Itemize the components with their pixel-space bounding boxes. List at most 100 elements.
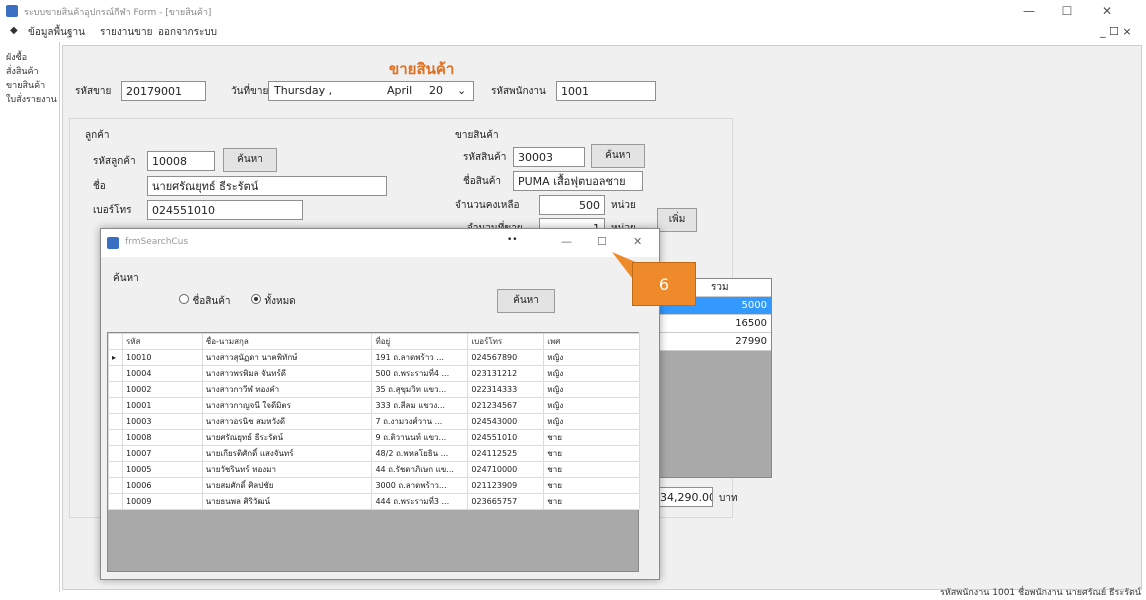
column-header[interactable]: เพศ <box>543 333 640 350</box>
sale-id-field[interactable]: 20179001 <box>121 81 206 101</box>
pin-icon[interactable]: •• <box>507 235 518 245</box>
menu-bar: ◆ ข้อมูลพื้นฐาน รายงานขาย ออกจากระบบ _ ☐… <box>0 22 1146 42</box>
table-row[interactable]: 10002 นางสาวกาวีฬ ทองคำ 35 ถ.สุขุมวิท แขว.… <box>108 381 640 398</box>
table-cell: 024567890 <box>467 349 545 366</box>
table-row[interactable]: ▸ 10010 นางสาวสุนัฏดา นาคพิทักษ์ 191 ถ.ลาดพ… <box>108 349 640 366</box>
table-cell <box>108 493 123 510</box>
minimize-button[interactable]: — <box>1012 2 1046 20</box>
table-cell: 10001 <box>121 397 203 414</box>
product-group-title: ขายสินค้า <box>455 130 499 141</box>
table-cell <box>108 365 123 382</box>
table-cell: หญิง <box>543 365 640 382</box>
table-row[interactable]: 27990 <box>641 333 771 351</box>
column-header[interactable]: ชื่อ-นามสกุล <box>201 333 373 350</box>
table-cell: 3000 ถ.ลาดพร้าว... <box>371 477 469 494</box>
table-cell: ชาย <box>543 445 640 462</box>
table-cell: นางสาวพรพิมล จันทร์ดี <box>201 365 373 382</box>
table-cell: ชาย <box>543 461 640 478</box>
table-row[interactable]: 10001 นางสาวกาญจนี ใจดีมิตร 333 ถ.สีลม แขว… <box>108 397 640 414</box>
chevron-down-icon[interactable]: ⌄ <box>457 84 466 97</box>
column-header[interactable]: ที่อยู่ <box>371 333 469 350</box>
app-icon <box>6 5 18 17</box>
table-cell: นางสาวอรนิช สมหวังดี <box>201 413 373 430</box>
date-weekday: Thursday , <box>274 84 333 97</box>
add-item-button[interactable]: เพิ่ม <box>657 208 697 232</box>
dialog-maximize-button[interactable]: ☐ <box>597 235 607 248</box>
table-cell: 10009 <box>121 493 203 510</box>
radio-product-button[interactable] <box>179 294 189 304</box>
table-cell: ชาย <box>543 493 640 510</box>
table-row[interactable]: 10004 นางสาวพรพิมล จันทร์ดี 500 ถ.พระรามที… <box>108 365 640 382</box>
table-cell: 021123909 <box>467 477 545 494</box>
search-group-label: ค้นหา <box>113 273 139 284</box>
table-cell: 023131212 <box>467 365 545 382</box>
radio-all[interactable]: ทั้งหมด <box>251 294 296 309</box>
column-header[interactable] <box>108 333 123 350</box>
radio-all-button[interactable] <box>251 294 261 304</box>
table-cell: นายเกียรติศักดิ์ แสงจันทร์ <box>201 445 373 462</box>
dialog-app-icon <box>107 237 119 249</box>
radio-product-label: ชื่อสินค้า <box>192 296 231 307</box>
dialog-minimize-button[interactable]: — <box>561 235 572 248</box>
customer-name-label: ชื่อ <box>93 181 106 192</box>
customer-name-field[interactable]: นายศรัณยุทธ์ ธีระรัตน์ <box>147 176 387 196</box>
stock-unit: หน่วย <box>611 200 636 211</box>
sidebar-item-purchase[interactable]: ผังซื้อ <box>6 50 27 64</box>
table-cell: 10003 <box>121 413 203 430</box>
table-cell: 333 ถ.สีลม แขวง... <box>371 397 469 414</box>
product-id-field[interactable]: 30003 <box>513 147 585 167</box>
sidebar-item-report[interactable]: ใบสั่งรายงาน <box>6 92 57 106</box>
status-bar: รหัสพนักงาน 1001 ชื่อพนักงาน นายศรัณย์ ธ… <box>940 588 1142 598</box>
table-cell: 024543000 <box>467 413 545 430</box>
sale-id-label: รหัสขาย <box>75 86 112 97</box>
product-name-field[interactable]: PUMA เสื้อฟุตบอลชาย <box>513 171 643 191</box>
maximize-button[interactable]: ☐ <box>1050 2 1084 20</box>
table-cell: ▸ <box>108 349 123 366</box>
sale-date-picker[interactable]: Thursday , April 20 ⌄ <box>268 81 474 101</box>
table-cell: นายสมศักดิ์ ศิลปชัย <box>201 477 373 494</box>
product-id-label: รหัสสินค้า <box>463 152 507 163</box>
title-bar: ระบบขายสินค้าอุปกรณ์กีฬา Form - [ขายสินค… <box>0 0 1146 22</box>
table-cell: 500 ถ.พระรามที่4 ... <box>371 365 469 382</box>
table-cell: หญิง <box>543 397 640 414</box>
mdi-window-controls[interactable]: _ ☐ × <box>1100 25 1132 38</box>
customer-search-button[interactable]: ค้นหา <box>223 148 277 172</box>
radio-product[interactable]: ชื่อสินค้า <box>179 294 231 309</box>
table-row[interactable]: 10005 นายวัชรินทร์ ทองมา 44 ถ.รัชดาภิเษก แ… <box>108 461 640 478</box>
customer-grid[interactable]: รหัส ชื่อ-นามสกุล ที่อยู่ เบอร์โทร เพศ ▸ 1001… <box>107 332 640 572</box>
total-unit: บาท <box>719 493 738 504</box>
product-search-button[interactable]: ค้นหา <box>591 144 645 168</box>
menu-item-logout[interactable]: ออกจากระบบ <box>158 25 217 40</box>
table-row[interactable]: 10009 นายธนพล ศิริวัฒน์ 444 ถ.พระรามที่3 .… <box>108 493 640 510</box>
employee-id-field[interactable]: 1001 <box>556 81 656 101</box>
search-customer-dialog: frmSearchCus •• — ☐ ✕ ค้นหา ชื่อสินค้า ท… <box>100 228 660 580</box>
table-cell <box>108 461 123 478</box>
table-row[interactable]: 10008 นายศรัณยุทธ์ ธีระรัตน์ 9 ถ.ติวานนท์ … <box>108 429 640 446</box>
table-row[interactable]: 10003 นางสาวอรนิช สมหวังดี 7 ถ.งามวงศ์วาน … <box>108 413 640 430</box>
close-button[interactable]: ✕ <box>1090 2 1124 20</box>
dialog-search-button[interactable]: ค้นหา <box>497 289 555 313</box>
sidebar-item-sale[interactable]: ขายสินค้า <box>6 78 45 92</box>
customer-phone-field[interactable]: 024551010 <box>147 200 303 220</box>
stock-label: จำนวนคงเหลือ <box>455 200 520 211</box>
table-cell: 024551010 <box>467 429 545 446</box>
table-row[interactable]: 16500 <box>641 315 771 333</box>
table-cell: ชาย <box>543 429 640 446</box>
table-cell: 024112525 <box>467 445 545 462</box>
column-header[interactable]: เบอร์โทร <box>467 333 545 350</box>
table-row[interactable]: 10006 นายสมศักดิ์ ศิลปชัย 3000 ถ.ลาดพร้าว.… <box>108 477 640 494</box>
customer-id-field[interactable]: 10008 <box>147 151 215 171</box>
menu-item-master-data[interactable]: ข้อมูลพื้นฐาน <box>28 25 85 40</box>
sidebar: ผังซื้อ สั่งสินค้า ขายสินค้า ใบสั่งรายงา… <box>0 42 60 592</box>
table-cell: ชาย <box>543 477 640 494</box>
menu-item-sales-report[interactable]: รายงานขาย <box>100 25 153 40</box>
sidebar-item-order[interactable]: สั่งสินค้า <box>6 64 39 78</box>
table-row[interactable]: 10007 นายเกียรติศักดิ์ แสงจันทร์ 48/2 ถ.พห… <box>108 445 640 462</box>
column-header[interactable]: รหัส <box>121 333 203 350</box>
table-cell <box>108 381 123 398</box>
table-cell <box>108 477 123 494</box>
dialog-close-button[interactable]: ✕ <box>633 235 642 248</box>
table-cell <box>108 413 123 430</box>
table-cell: 35 ถ.สุขุมวิท แขว... <box>371 381 469 398</box>
table-cell: หญิง <box>543 349 640 366</box>
